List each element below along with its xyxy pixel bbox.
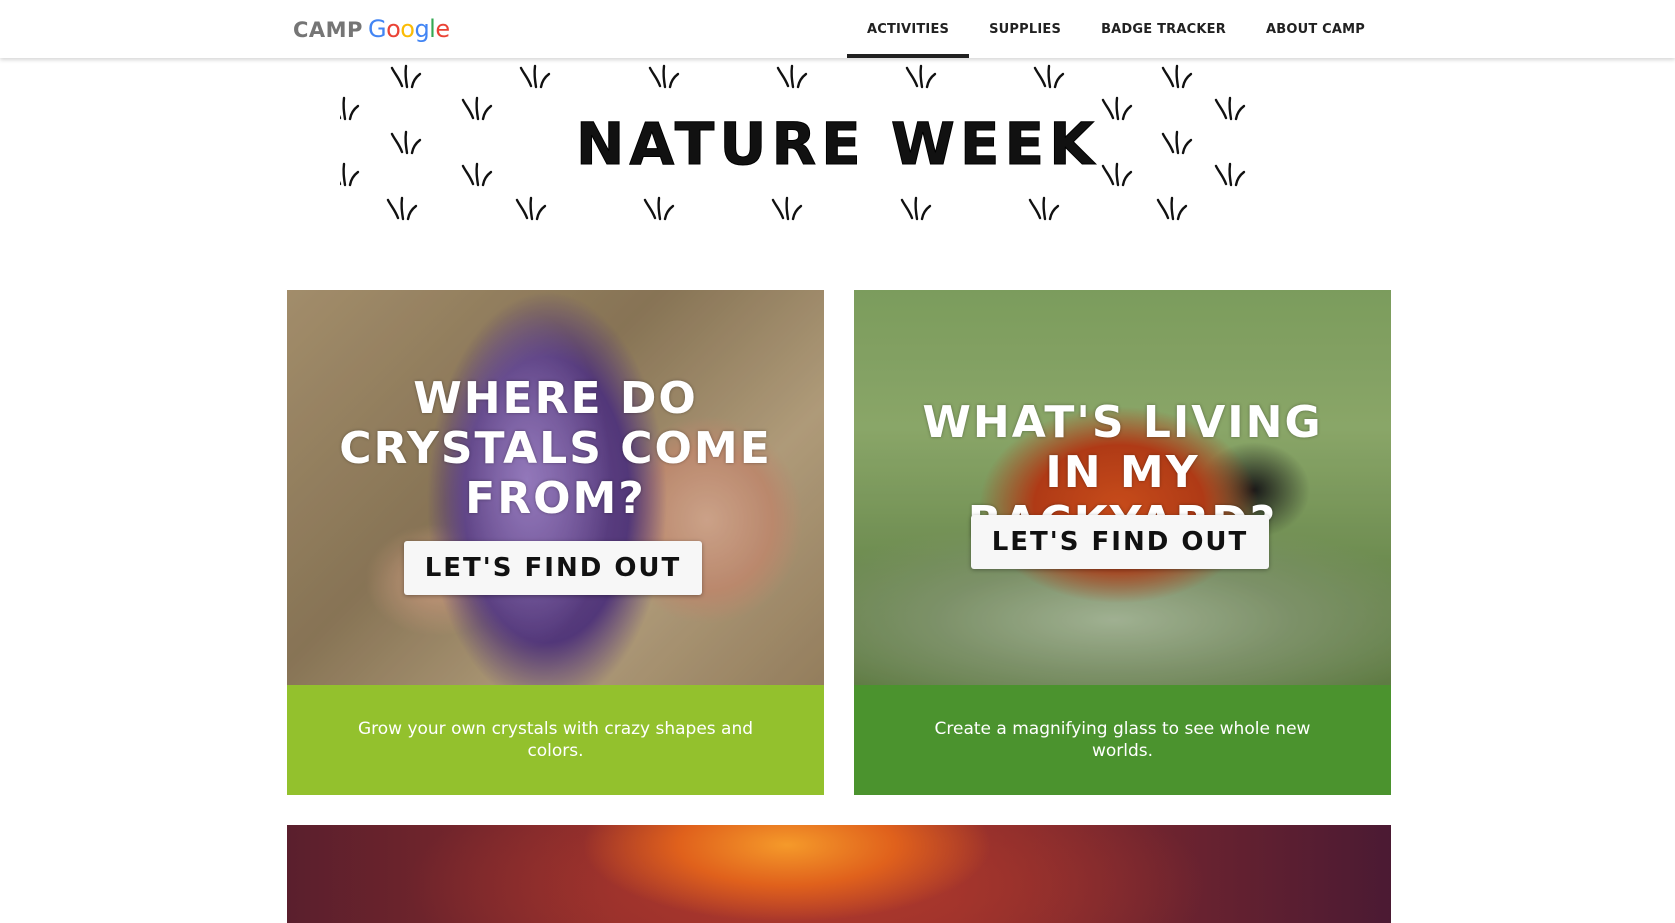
nature-week-banner: NATURE WEEK <box>340 58 1335 238</box>
grass-tuft-icon <box>390 64 422 89</box>
page-title: NATURE WEEK <box>575 110 1100 179</box>
card-caption: Grow your own crystals with crazy shapes… <box>287 685 824 795</box>
grass-tuft-icon <box>643 196 675 221</box>
grass-tuft-icon <box>905 64 937 89</box>
grass-tuft-icon <box>648 64 680 89</box>
lets-find-out-button[interactable]: LET'S FIND OUT <box>404 541 702 595</box>
nav-activities[interactable]: ACTIVITIES <box>846 0 970 58</box>
lets-find-out-button[interactable]: LET'S FIND OUT <box>971 515 1269 569</box>
grass-tuft-icon <box>1033 64 1065 89</box>
logo-camp-text: CAMP <box>293 18 363 42</box>
logo-letter: G <box>367 15 387 43</box>
grass-tuft-icon <box>515 196 547 221</box>
logo-letter: o <box>400 15 415 43</box>
crystal-photo: WHERE DO CRYSTALS COME FROM? LET'S FIND … <box>287 290 824 685</box>
grass-tuft-icon <box>1156 196 1188 221</box>
grass-tuft-icon <box>771 196 803 221</box>
card-heading: WHERE DO CRYSTALS COME FROM? <box>339 373 772 524</box>
logo-letter: o <box>386 15 401 43</box>
nav-badge-tracker[interactable]: BADGE TRACKER <box>1081 0 1246 58</box>
top-navigation-bar: CAMP Google ACTIVITIES SUPPLIES BADGE TR… <box>0 0 1675 58</box>
nav-about-camp[interactable]: ABOUT CAMP <box>1246 0 1385 58</box>
activity-card-sunset[interactable] <box>287 825 1391 923</box>
logo-letter: g <box>414 15 430 43</box>
logo-google-wordmark: Google <box>368 15 450 43</box>
grass-tuft-icon <box>1028 196 1060 221</box>
grass-tuft-icon <box>519 64 551 89</box>
grass-tuft-icon <box>386 196 418 221</box>
activity-card-crystals[interactable]: WHERE DO CRYSTALS COME FROM? LET'S FIND … <box>287 290 824 795</box>
logo-letter: e <box>435 15 450 43</box>
grass-tuft-icon <box>776 64 808 89</box>
nav-supplies[interactable]: SUPPLIES <box>969 0 1081 58</box>
card-caption: Create a magnifying glass to see whole n… <box>854 685 1391 795</box>
grass-tuft-icon <box>1161 64 1193 89</box>
ladybug-photo: WHAT'S LIVING IN MY BACKYARD? LET'S FIND… <box>854 290 1391 685</box>
activity-card-backyard[interactable]: WHAT'S LIVING IN MY BACKYARD? LET'S FIND… <box>854 290 1391 795</box>
main-nav: ACTIVITIES SUPPLIES BADGE TRACKER ABOUT … <box>846 0 1385 58</box>
grass-tuft-icon <box>900 196 932 221</box>
camp-google-logo[interactable]: CAMP Google <box>293 15 450 45</box>
